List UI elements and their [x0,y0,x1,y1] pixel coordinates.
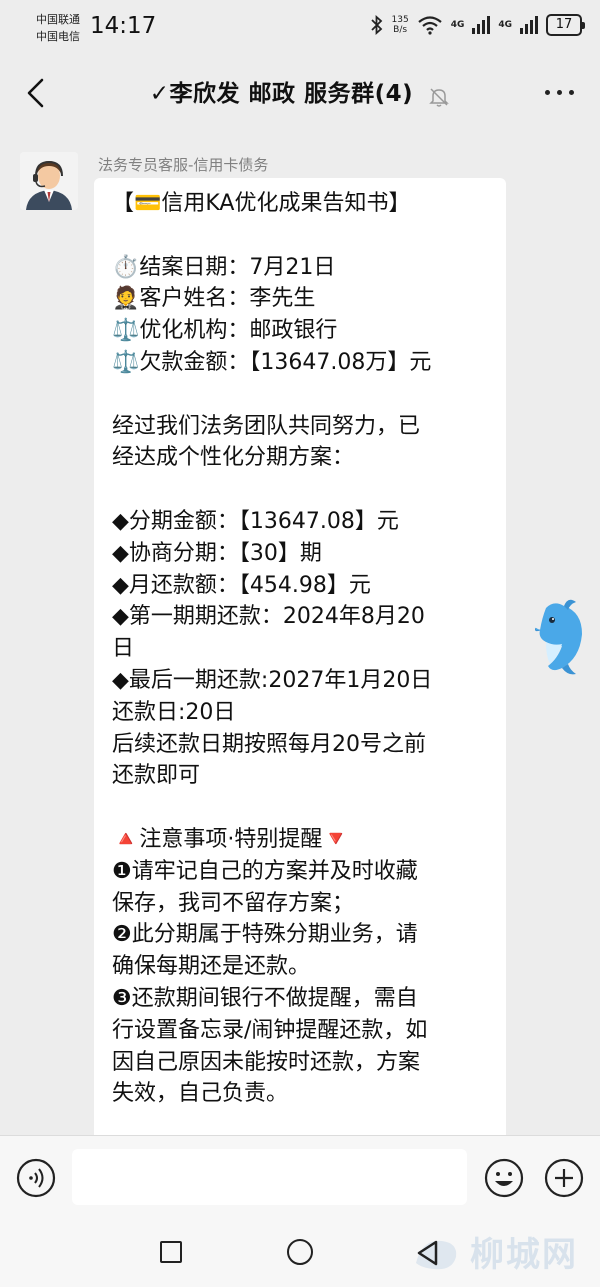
message-line: 日 [112,636,135,662]
bluetooth-icon [370,14,382,36]
message-line: 🤵客户姓名：李先生 [112,286,316,312]
message-line: ◆最后一期还款:2027年1月20日 [112,667,433,693]
message-line: 行设置备忘录/闹钟提醒还款，如 [112,1017,428,1043]
dolphin-assistant-icon[interactable] [532,598,592,678]
carrier-2: 中国电信 [36,30,80,43]
title-wrap: ✓李欣发 邮政 服务群(4) [0,74,600,108]
input-bar [0,1135,600,1222]
net-speed-value: 135 [391,15,409,25]
carrier-1: 中国联通 [36,13,80,26]
message-bubble[interactable]: 【💳信用KA优化成果告知书】 ⏱️结案日期：7月21日 🤵客户姓名：李先生 ⚖️… [94,178,506,1135]
message-line: ❷此分期属于特殊分期业务，请 [112,922,418,948]
clock: 14:17 [90,13,157,39]
message-line: 确保每期还是还款。 [112,954,311,980]
nav-back-icon[interactable] [414,1238,442,1268]
emoji-icon[interactable] [484,1158,524,1198]
signal-bars-icon [520,16,538,34]
home-icon[interactable] [287,1239,313,1265]
message-line [112,792,488,824]
message-line: 还款日:20日 [112,699,236,725]
recent-apps-icon[interactable] [160,1241,182,1263]
chat-title: ✓李欣发 邮政 服务群(4) [149,81,414,107]
system-nav-bar: 柳城网 [0,1221,600,1287]
message-line: 失效，自己负责。 [112,1081,289,1107]
message-line: ⚖️欠款金额：【13647.08万】元 [112,349,432,375]
chat-header: ✓李欣发 邮政 服务群(4) [0,56,600,132]
message-line: 后续还款日期按照每月20号之前 [112,731,426,757]
message-line: ❶请牢记自己的方案并及时收藏 [112,858,418,884]
message-line: ◆月还款额：【454.98】元 [112,572,371,598]
message-line [112,220,488,252]
status-icons: 135 B/s 4G 4G 17 [370,14,585,36]
message-line: ⚖️优化机构：邮政银行 [112,318,338,344]
message-line: 【💳信用KA优化成果告知书】 [112,191,411,216]
avatar[interactable] [20,152,78,210]
message-line: ◆协商分期：【30】期 [112,540,322,566]
message-line [112,474,488,506]
plus-icon[interactable] [544,1158,584,1198]
signal-type-2: 4G [498,20,512,30]
watermark-text: 柳城网 [470,1235,578,1275]
message-input[interactable] [72,1149,467,1205]
chat-area[interactable]: 法务专员客服-信用卡债务 【💳信用KA优化成果告知书】 ⏱️结案日期：7月21日… [0,132,600,1135]
more-options-icon[interactable] [545,90,574,95]
message-line: 保存，我司不留存方案； [112,890,355,916]
message-line: 经过我们法务团队共同努力，已 [112,413,421,439]
sender-name: 法务专员客服-信用卡债务 [98,156,269,174]
message-line [112,379,488,411]
message-line: ⏱️结案日期：7月21日 [112,254,336,280]
message-line: 还款即可 [112,763,201,789]
net-speed: 135 B/s [392,15,409,35]
wifi-icon [417,16,442,35]
net-speed-unit: B/s [393,25,408,35]
customer-service-avatar-icon [20,152,78,210]
carrier-info: 中国联通 中国电信 [36,11,80,45]
voice-input-icon[interactable] [16,1158,56,1198]
mute-bell-icon [429,87,450,107]
battery-icon: 17 [546,14,585,36]
message-line: 因自己原因未能按时还款，方案 [112,1049,421,1075]
message-line: ◆分期金额：【13647.08】元 [112,508,399,534]
signal-type-1: 4G [450,20,465,30]
message-line: 🔺注意事项·特别提醒🔻 [112,826,350,852]
status-bar: 中国联通 中国电信 14:17 135 B/s 4G 4G 17 [0,0,600,56]
message-line: ◆第一期期还款：2024年8月20 [112,604,425,630]
signal-bars-icon [472,16,491,34]
message-line: 经达成个性化分期方案： [112,445,355,471]
message-line: ❸还款期间银行不做提醒，需自 [112,985,418,1011]
